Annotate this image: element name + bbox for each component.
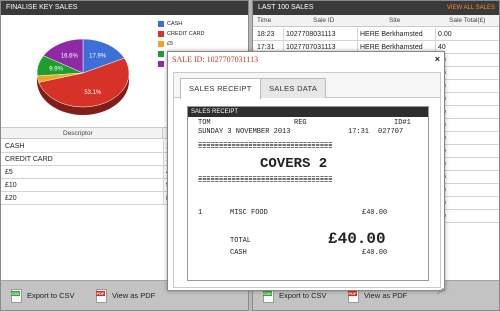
legend-swatch (158, 41, 164, 47)
receipt-cash-label: CASH (230, 249, 247, 257)
row-descriptor: £20 (5, 195, 17, 202)
receipt-total-label: TOTAL (230, 237, 252, 245)
last-sales-grid-header: Time Sale ID Site Sale Total(£) (253, 15, 499, 27)
resize-handle-icon[interactable] (435, 281, 445, 295)
pdf-file-icon: PDF (348, 289, 359, 303)
modal-body: SALES RECEIPT SALES DATA SALES RECEIPT T… (173, 72, 441, 288)
receipt-number: 027707 (378, 128, 404, 136)
modal-title: SALE ID: 1027707031113 (172, 55, 259, 64)
legend-label: £5 (167, 41, 174, 47)
column-divider (435, 28, 436, 41)
row-descriptor: CREDIT CARD (5, 156, 53, 163)
column-divider (283, 28, 284, 41)
row-sale-id: 1027708031113 (286, 31, 336, 38)
column-header-site[interactable]: Site (389, 15, 400, 27)
view-pdf-button[interactable]: PDF View as PDF (96, 289, 155, 303)
export-csv-label: Export to CSV (279, 291, 327, 300)
tab-sales-data[interactable]: SALES DATA (260, 78, 327, 98)
pie-data-label: 9.9% (49, 66, 63, 72)
export-csv-button[interactable]: CSV Export to CSV (263, 289, 327, 303)
receipt-terminal: ID#1 (394, 119, 411, 127)
legend-label: CASH (167, 21, 183, 27)
row-descriptor: £5 (5, 169, 13, 176)
legend-item[interactable]: CREDIT CARD (158, 29, 205, 39)
legend-swatch (158, 31, 164, 37)
receipt-separator: ================================ (198, 144, 333, 152)
column-header-sale-total[interactable]: Sale Total(£) (449, 15, 485, 27)
legend-item[interactable]: £5 (158, 39, 205, 49)
tab-sales-receipt[interactable]: SALES RECEIPT (180, 78, 261, 99)
row-site: HERE Berkhamsted (360, 31, 423, 38)
receipt-heading: COVERS 2 (260, 156, 328, 172)
receipt-item-name: MISC FOOD (230, 209, 268, 217)
column-divider (162, 128, 163, 139)
close-icon[interactable]: × (435, 54, 440, 64)
legend-swatch (158, 61, 164, 67)
pdf-file-icon: PDF (96, 289, 107, 303)
view-pdf-label: View as PDF (364, 291, 408, 300)
receipt-item-price: £40.00 (362, 209, 388, 217)
receipt-panel: SALES RECEIPT TOM REG ID#1 SUNDAY 3 NOVE… (187, 106, 429, 281)
legend-label: CREDIT CARD (167, 31, 205, 37)
receipt-separator: ================================ (198, 178, 333, 186)
column-divider (357, 28, 358, 41)
legend-item[interactable]: CASH (158, 19, 205, 29)
receipt-cash-value: £40.00 (362, 249, 388, 257)
receipt: TOM REG ID#1 SUNDAY 3 NOVEMBER 2013 17:3… (198, 117, 421, 280)
receipt-panel-title: SALES RECEIPT (188, 107, 428, 117)
modal-tabbar: SALES RECEIPT SALES DATA (174, 73, 440, 99)
legend-swatch (158, 51, 164, 57)
csv-file-icon: CSV (263, 289, 274, 303)
legend-swatch (158, 21, 164, 27)
key-sales-title: FINALISE KEY SALES (1, 1, 248, 15)
receipt-operator: TOM (198, 119, 211, 127)
pie-data-label: 16.6% (61, 53, 79, 59)
receipt-total-value: £40.00 (328, 230, 386, 248)
export-csv-button[interactable]: CSV Export to CSV (11, 289, 75, 303)
pie-data-label: 17.9% (89, 54, 107, 60)
row-total: 0.00 (438, 31, 452, 38)
row-time: 18:23 (257, 31, 275, 38)
receipt-date: SUNDAY 3 NOVEMBER 2013 (198, 128, 291, 136)
table-row[interactable]: 18:23 1027708031113 HERE Berkhamsted 0.00 (253, 28, 499, 41)
receipt-time: 17:31 (348, 128, 370, 136)
row-descriptor: £10 (5, 182, 17, 189)
last-sales-title: LAST 100 SALES (258, 4, 314, 11)
receipt-mode: REG (294, 119, 307, 127)
pie-chart: 17.9% 53.1% 9.9% 16.6% (36, 38, 130, 115)
view-pdf-label: View as PDF (112, 291, 156, 300)
column-header-sale-id[interactable]: Sale ID (313, 15, 334, 27)
receipt-item-qty: 1 (198, 209, 203, 217)
pie-data-label: 53.1% (84, 90, 102, 96)
column-header-time[interactable]: Time (257, 15, 271, 27)
view-all-sales-link[interactable]: VIEW ALL SALES (447, 1, 495, 15)
last-sales-header: LAST 100 SALES VIEW ALL SALES (253, 1, 499, 15)
view-pdf-button[interactable]: PDF View as PDF (348, 289, 407, 303)
export-csv-label: Export to CSV (27, 291, 75, 300)
column-header-descriptor[interactable]: Descriptor (63, 128, 93, 139)
row-descriptor: CASH (5, 143, 25, 150)
sale-detail-modal: SALE ID: 1027707031113 × SALES RECEIPT S… (167, 51, 445, 295)
csv-file-icon: CSV (11, 289, 22, 303)
